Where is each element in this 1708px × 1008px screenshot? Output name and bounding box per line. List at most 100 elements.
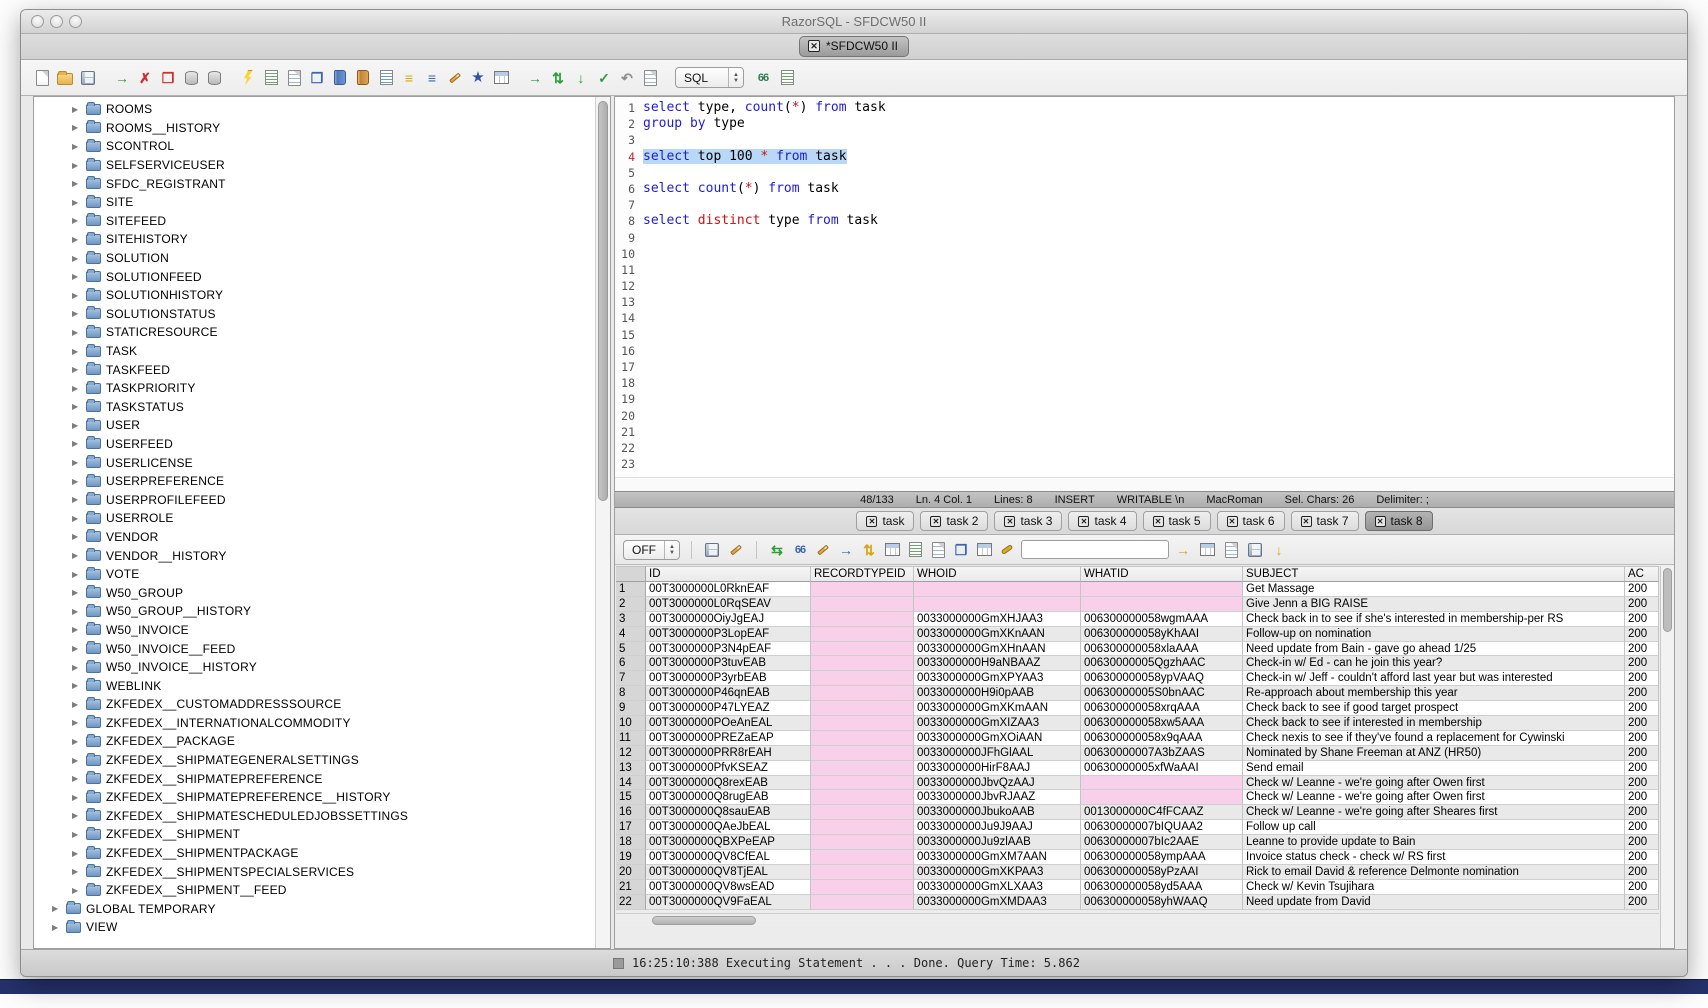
grid-cell[interactable]	[811, 701, 914, 716]
sidebar-item-vote[interactable]: ▶VOTE	[34, 565, 595, 584]
grid-cell[interactable]: Check-in w/ Ed - can he join this year?	[1243, 656, 1625, 671]
grid-cell[interactable]: 00T3000000POeAnEAL	[646, 716, 811, 731]
grid-cell[interactable]: 0033000000GmXIZAA3	[914, 716, 1081, 731]
sidebar-item-staticresource[interactable]: ▶STATICRESOURCE	[34, 323, 595, 342]
new-database-icon[interactable]	[182, 69, 200, 87]
expand-arrow-icon[interactable]: ▶	[72, 291, 81, 300]
sql-code-area[interactable]: select type, count(*) from taskgroup by …	[639, 97, 1674, 477]
grid-cell[interactable]: 00T3000000PRR8rEAH	[646, 746, 811, 761]
code-line[interactable]	[643, 262, 1674, 278]
sidebar-item-userrole[interactable]: ▶USERROLE	[34, 509, 595, 528]
grid-row[interactable]: 800T3000000P46qnEAB0033000000H9i0pAAB006…	[616, 686, 1659, 701]
grid-cell[interactable]: Leanne to provide update to Bain	[1243, 835, 1625, 850]
code-line[interactable]	[643, 246, 1674, 262]
grid-cell[interactable]: 0033000000GmXKmAAN	[914, 701, 1081, 716]
grid-cell[interactable]: 0033000000Ju9zlAAB	[914, 835, 1081, 850]
close-tab-icon[interactable]: ✕	[1153, 516, 1164, 527]
grid-cell[interactable]	[914, 597, 1081, 612]
refresh-pages-icon[interactable]: ❐	[308, 69, 326, 87]
results-search-input[interactable]	[1021, 540, 1169, 559]
grid-cell[interactable]	[811, 671, 914, 686]
code-line[interactable]	[643, 278, 1674, 294]
log-icon[interactable]	[641, 69, 659, 87]
sidebar-item-w50-invoice-feed[interactable]: ▶W50_INVOICE__FEED	[34, 639, 595, 658]
expand-arrow-icon[interactable]: ▶	[72, 216, 81, 225]
grid-row[interactable]: 1800T3000000QBXPeEAP0033000000Ju9zlAAB00…	[616, 835, 1659, 850]
grid-cell[interactable]: Check back to see if good target prospec…	[1243, 701, 1625, 716]
grid-row[interactable]: 1600T3000000Q8sauEAB0033000000JbukoAAB00…	[616, 805, 1659, 820]
grid-cell[interactable]: 200	[1625, 850, 1659, 865]
code-line[interactable]: group by type	[643, 116, 1674, 132]
grid-cell[interactable]: Check back to see if interested in membe…	[1243, 716, 1625, 731]
grid-horizontal-scrollbar-thumb[interactable]	[652, 916, 756, 925]
grid-vertical-scrollbar-thumb[interactable]	[1663, 568, 1672, 632]
grid-cell[interactable]: 0033000000GmXHnAAN	[914, 642, 1081, 657]
document-tab[interactable]: ✕ *SFDCW50 II	[799, 36, 909, 57]
grid-cell[interactable]: 200	[1625, 656, 1659, 671]
code-line[interactable]	[643, 230, 1674, 246]
grid-cell[interactable]	[1081, 597, 1243, 612]
grid-row[interactable]: 100T3000000L0RknEAFGet Massage200	[616, 582, 1659, 597]
sidebar-item-w50-invoice[interactable]: ▶W50_INVOICE	[34, 621, 595, 640]
expand-arrow-icon[interactable]: ▶	[72, 811, 81, 820]
expand-arrow-icon[interactable]: ▶	[72, 570, 81, 579]
grid-cell[interactable]: 006300000058yhWAAQ	[1081, 895, 1243, 910]
grid-row[interactable]: 2000T3000000QV8TjEAL0033000000GmXKPAA300…	[616, 865, 1659, 880]
expand-arrow-icon[interactable]: ▶	[72, 793, 81, 802]
expand-arrow-icon[interactable]: ▶	[72, 328, 81, 337]
result-tab-task-4[interactable]: ✕task 4	[1068, 511, 1136, 531]
code-line[interactable]	[643, 359, 1674, 375]
code-line[interactable]	[643, 165, 1674, 181]
grid-row[interactable]: 500T3000000P3N4pEAF0033000000GmXHnAAN006…	[616, 642, 1659, 657]
grid-cell[interactable]: 006300000058yd5AAA	[1081, 880, 1243, 895]
expand-arrow-icon[interactable]: ▶	[72, 235, 81, 244]
edit-cell-icon[interactable]	[814, 541, 832, 559]
grid-cell[interactable]	[811, 612, 914, 627]
disconnect-db-icon[interactable]: ✗	[136, 69, 154, 87]
grid-cell[interactable]	[811, 716, 914, 731]
grid-cell[interactable]: 200	[1625, 790, 1659, 805]
sidebar-item-sitefeed[interactable]: ▶SITEFEED	[34, 212, 595, 231]
close-tab-icon[interactable]: ✕	[1301, 516, 1312, 527]
close-tab-icon[interactable]: ✕	[1375, 516, 1386, 527]
sidebar-item-sfdc-registrant[interactable]: ▶SFDC_REGISTRANT	[34, 174, 595, 193]
grid-row[interactable]: 900T3000000P47LYEAZ0033000000GmXKmAAN006…	[616, 701, 1659, 716]
grid-cell[interactable]: 00T3000000QV8TjEAL	[646, 865, 811, 880]
align-icon[interactable]: ≡	[423, 69, 441, 87]
code-line[interactable]	[643, 408, 1674, 424]
grid-cell[interactable]: 200	[1625, 582, 1659, 597]
grid-row[interactable]: 200T3000000L0RqSEAVGive Jenn a BIG RAISE…	[616, 597, 1659, 612]
sidebar-item-userprofilefeed[interactable]: ▶USERPROFILEFEED	[34, 490, 595, 509]
grid-cell[interactable]: 006300000058ypVAAQ	[1081, 671, 1243, 686]
grid-row-number[interactable]: 7	[616, 671, 646, 686]
stepper-icon[interactable]: ▲▼	[728, 68, 743, 87]
expand-arrow-icon[interactable]: ▶	[72, 607, 81, 616]
grid-cell[interactable]	[1081, 776, 1243, 791]
refresh-results-icon[interactable]: ⇆	[768, 541, 786, 559]
expand-arrow-icon[interactable]: ▶	[72, 105, 81, 114]
grid-cell[interactable]: 0033000000JbvRJAAZ	[914, 790, 1081, 805]
expand-arrow-icon[interactable]: ▶	[72, 849, 81, 858]
grid-cell[interactable]	[811, 805, 914, 820]
grid-cell[interactable]: Nominated by Shane Freeman at ANZ (HR50)	[1243, 746, 1625, 761]
grid-header-ID[interactable]: ID	[646, 566, 811, 582]
grid-cell[interactable]	[811, 880, 914, 895]
grid-cell[interactable]: Follow-up on nomination	[1243, 627, 1625, 642]
grid-row[interactable]: 1000T3000000POeAnEAL0033000000GmXIZAA300…	[616, 716, 1659, 731]
code-line[interactable]	[643, 440, 1674, 456]
grid-cell[interactable]	[811, 642, 914, 657]
sidebar-item-vendor-history[interactable]: ▶VENDOR__HISTORY	[34, 546, 595, 565]
sql-mode-select[interactable]: SQL ▲▼	[675, 67, 744, 88]
grid-cell[interactable]: 00T3000000QV9FaEAL	[646, 895, 811, 910]
sidebar-item-zkfedex-customaddresssource[interactable]: ▶ZKFEDEX__CUSTOMADDRESSSOURCE	[34, 695, 595, 714]
grid-cell[interactable]	[811, 865, 914, 880]
expand-arrow-icon[interactable]: ▶	[72, 254, 81, 263]
grid-row[interactable]: 1400T3000000Q8rexEAB0033000000JbvQzAAJCh…	[616, 776, 1659, 791]
expand-arrow-icon[interactable]: ▶	[72, 198, 81, 207]
open-file-icon[interactable]	[56, 69, 74, 87]
code-line[interactable]	[643, 197, 1674, 213]
close-tab-icon[interactable]: ✕	[866, 516, 877, 527]
grid-cell[interactable]	[811, 582, 914, 597]
bookmark-table-icon[interactable]	[492, 69, 510, 87]
sidebar-item-zkfedex-shipmatepreference[interactable]: ▶ZKFEDEX__SHIPMATEPREFERENCE	[34, 769, 595, 788]
